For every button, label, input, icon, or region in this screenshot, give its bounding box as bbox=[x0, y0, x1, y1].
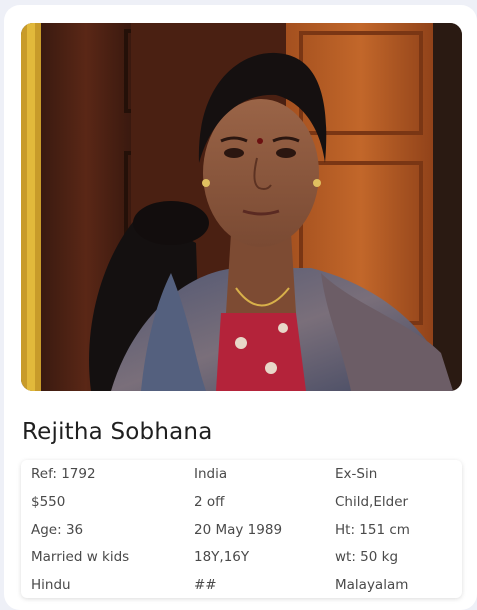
marital-status: Married w kids bbox=[31, 549, 130, 565]
ref-number: Ref: 1792 bbox=[31, 466, 96, 482]
details-table: Ref: 1792 India Ex-Sin $550 2 off Child,… bbox=[21, 460, 462, 598]
off-days: 2 off bbox=[194, 494, 225, 510]
extra-field: ## bbox=[194, 577, 217, 593]
weight: wt: 50 kg bbox=[335, 549, 399, 565]
date-of-birth: 20 May 1989 bbox=[194, 522, 283, 538]
profile-photo-image bbox=[21, 23, 462, 391]
care-type: Child,Elder bbox=[335, 494, 409, 510]
profile-photo[interactable] bbox=[21, 23, 462, 391]
maid-profile-card[interactable]: Rejitha Sobhana Ref: 1792 India Ex-Sin $… bbox=[4, 5, 477, 610]
employment-status: Ex-Sin bbox=[335, 466, 378, 482]
kids-ages: 18Y,16Y bbox=[194, 549, 250, 565]
nationality: India bbox=[194, 466, 228, 482]
salary: $550 bbox=[31, 494, 66, 510]
age: Age: 36 bbox=[31, 522, 84, 538]
language: Malayalam bbox=[335, 577, 409, 593]
height: Ht: 151 cm bbox=[335, 522, 410, 538]
religion: Hindu bbox=[31, 577, 71, 593]
maid-name: Rejitha Sobhana bbox=[22, 419, 213, 445]
